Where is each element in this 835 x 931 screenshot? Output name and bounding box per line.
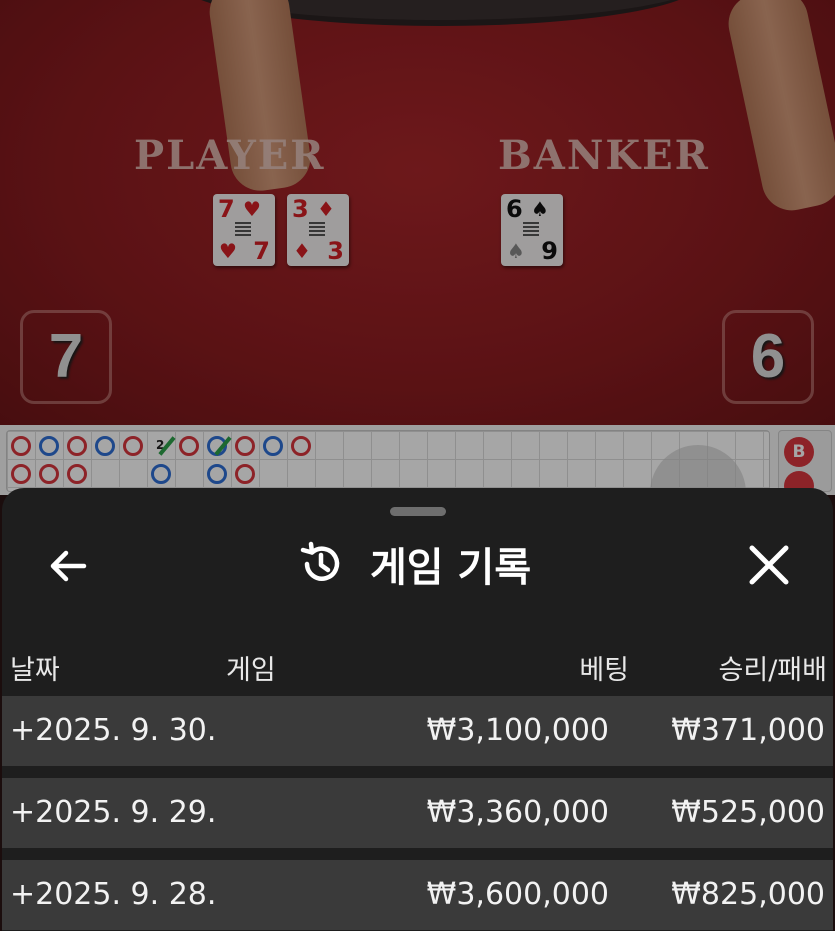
arrow-left-icon	[50, 550, 87, 582]
row-bet: ₩3,600,000	[426, 877, 609, 912]
col-date: 날짜	[10, 655, 60, 686]
sheet-header: 게임 기록	[298, 538, 532, 591]
col-bet: 베팅	[579, 655, 629, 686]
col-result: 승리/패배	[718, 655, 827, 686]
row-date: +2025. 9. 29.	[10, 795, 217, 830]
table-row[interactable]: +2025. 9. 29. ₩3,360,000 ₩525,000	[2, 778, 833, 848]
row-result: ₩371,000	[671, 713, 825, 748]
row-result: ₩525,000	[671, 795, 825, 830]
game-history-sheet: 게임 기록 날짜 게임 베팅 승리/패배 +2025. 9. 30. ₩3,10…	[2, 488, 833, 931]
drag-handle[interactable]	[390, 507, 446, 516]
col-game: 게임	[226, 655, 276, 686]
row-result: ₩825,000	[671, 877, 825, 912]
row-date: +2025. 9. 30.	[10, 713, 217, 748]
back-button[interactable]	[44, 542, 92, 590]
table-row[interactable]: +2025. 9. 28. ₩3,600,000 ₩825,000	[2, 860, 833, 930]
row-bet: ₩3,360,000	[426, 795, 609, 830]
history-icon	[300, 541, 340, 581]
sheet-title: 게임 기록	[370, 545, 532, 591]
close-button[interactable]	[744, 540, 794, 590]
row-date: +2025. 9. 28.	[10, 877, 217, 912]
table-row[interactable]: +2025. 9. 30. ₩3,100,000 ₩371,000	[2, 696, 833, 766]
close-icon	[749, 545, 789, 585]
row-bet: ₩3,100,000	[426, 713, 609, 748]
table-header: 날짜 게임 베팅 승리/패배	[2, 636, 833, 696]
